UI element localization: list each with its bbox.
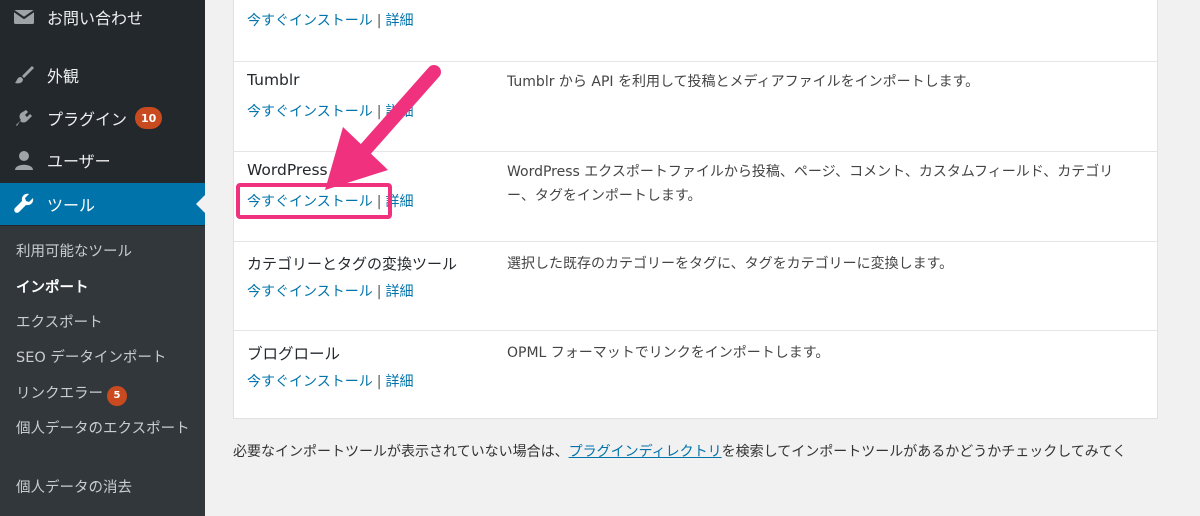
pointer-arrow-icon bbox=[325, 65, 441, 190]
